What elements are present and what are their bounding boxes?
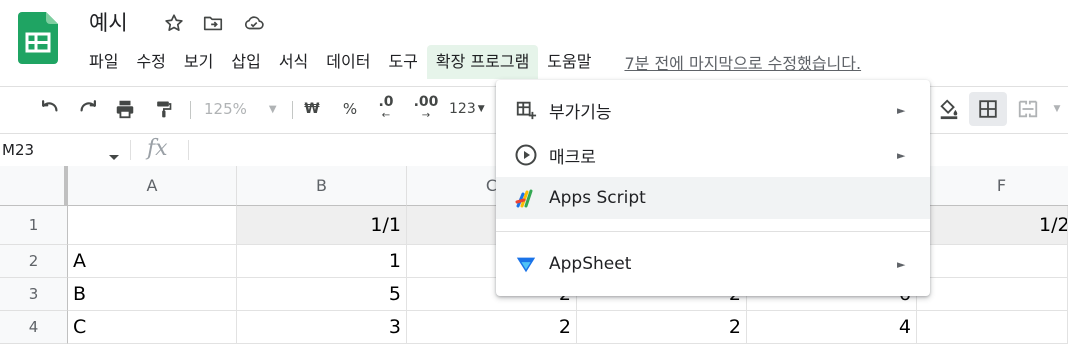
row-header-1[interactable]: 1 — [0, 206, 68, 245]
menu-file[interactable]: 파일 — [80, 45, 127, 79]
row-header-3[interactable]: 3 — [0, 278, 68, 311]
menu-insert[interactable]: 삽입 — [222, 45, 269, 79]
submenu-arrow-icon: ► — [897, 257, 906, 271]
menu-data[interactable]: 데이터 — [317, 45, 379, 79]
submenu-arrow-icon: ► — [897, 148, 906, 162]
print-icon[interactable] — [111, 95, 139, 123]
addon-icon — [514, 98, 538, 122]
zoom-value: 125% — [204, 100, 247, 118]
zoom-select[interactable]: 125% ▼ — [204, 95, 280, 123]
undo-icon[interactable] — [36, 95, 64, 123]
menu-item-apps-script[interactable]: Apps Script — [496, 177, 930, 219]
menu-format[interactable]: 서식 — [270, 45, 317, 79]
arrow-right-icon: → — [421, 110, 431, 121]
decrease-decimal-button[interactable]: .0 ← — [372, 95, 400, 123]
menu-item-label: AppSheet — [549, 254, 632, 274]
cell-b4[interactable]: 3 — [237, 311, 407, 344]
menu-extensions[interactable]: 확장 프로그램 — [426, 45, 539, 79]
cell-c4[interactable]: 2 — [407, 311, 577, 344]
cell-b2[interactable]: 1 — [237, 245, 407, 278]
cell-f2[interactable] — [917, 245, 1068, 278]
chevron-down-icon: ▼ — [268, 103, 277, 115]
last-edit-link[interactable]: 7분 전에 마지막으로 수정했습니다. — [624, 50, 861, 74]
paint-format-icon[interactable] — [149, 95, 177, 123]
toolbar-divider — [190, 101, 191, 119]
cell-f3[interactable] — [917, 278, 1068, 311]
extensions-menu: 부가기능 ► 매크로 ► Apps Script AppSheet ► — [496, 80, 930, 296]
row-header-4[interactable]: 4 — [0, 311, 68, 344]
apps-script-icon — [514, 186, 538, 210]
menu-tools[interactable]: 도구 — [379, 45, 426, 79]
percent-format-button[interactable]: % — [338, 95, 362, 123]
chevron-down-icon: ▼ — [477, 104, 485, 114]
cell-a2[interactable]: A — [68, 245, 237, 278]
number-format-select[interactable]: 123 ▼ — [449, 95, 493, 123]
move-to-folder-icon[interactable] — [201, 11, 225, 35]
chevron-down-icon[interactable] — [108, 147, 120, 166]
menu-edit[interactable]: 수정 — [127, 45, 174, 79]
cell-e4[interactable]: 4 — [747, 311, 917, 344]
cell-b3[interactable]: 5 — [237, 278, 407, 311]
select-all-corner[interactable] — [0, 166, 68, 206]
document-title[interactable]: 예시 — [89, 8, 128, 38]
row-header-2[interactable]: 2 — [0, 245, 68, 278]
cell-a3[interactable]: B — [68, 278, 237, 311]
increase-decimal-button[interactable]: .00 → — [410, 95, 442, 123]
cell-f1[interactable]: 1/2 — [917, 206, 1068, 245]
menu-item-addons[interactable]: 부가기능 ► — [496, 89, 930, 131]
fill-color-icon[interactable] — [935, 95, 963, 123]
borders-icon[interactable] — [969, 92, 1007, 126]
column-header-b[interactable]: B — [237, 166, 407, 206]
redo-icon[interactable] — [74, 95, 102, 123]
menu-item-label: 부가기능 — [549, 102, 612, 123]
column-header-a[interactable]: A — [68, 166, 237, 206]
name-box[interactable]: M23 — [2, 141, 34, 159]
menu-view[interactable]: 보기 — [175, 45, 222, 79]
menu-divider — [496, 231, 930, 232]
formula-bar-divider — [130, 140, 131, 160]
arrow-left-icon: ← — [381, 110, 391, 121]
chevron-down-icon[interactable]: ▼ — [1050, 95, 1064, 123]
submenu-arrow-icon: ► — [897, 103, 906, 117]
currency-format-button[interactable]: ₩ — [300, 95, 324, 123]
formula-bar-divider — [188, 140, 189, 160]
cell-f4[interactable] — [917, 311, 1068, 344]
appsheet-icon — [514, 252, 538, 276]
cloud-status-icon[interactable] — [242, 11, 266, 35]
star-icon[interactable] — [162, 11, 186, 35]
menu-item-appsheet[interactable]: AppSheet ► — [496, 243, 930, 285]
fx-icon: fx — [147, 136, 168, 161]
menu-bar: 파일 수정 보기 삽입 서식 데이터 도구 확장 프로그램 도움말 7분 전에 … — [80, 45, 861, 79]
merge-cells-icon[interactable] — [1014, 95, 1042, 123]
menu-item-label: Apps Script — [549, 188, 646, 208]
menu-item-macros[interactable]: 매크로 ► — [496, 134, 930, 176]
cell-a1[interactable] — [68, 206, 237, 245]
menu-item-label: 매크로 — [549, 147, 596, 168]
cell-a4[interactable]: C — [68, 311, 237, 344]
cell-d4[interactable]: 2 — [577, 311, 747, 344]
sheets-logo[interactable] — [18, 12, 58, 64]
toolbar-divider — [292, 101, 293, 119]
cell-b1[interactable]: 1/1 — [237, 206, 407, 245]
play-circle-icon — [514, 143, 538, 167]
menu-help[interactable]: 도움말 — [538, 45, 600, 79]
column-header-f[interactable]: F — [917, 166, 1068, 206]
